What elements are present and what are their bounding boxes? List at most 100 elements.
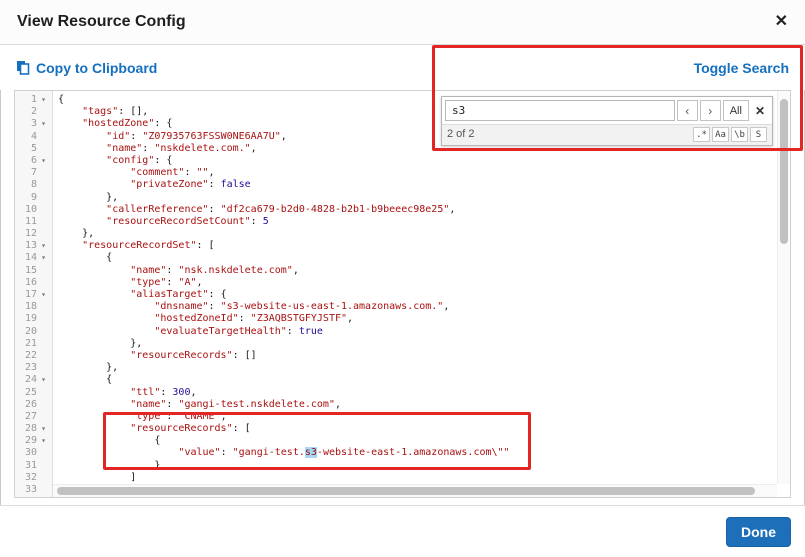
code-line[interactable]: } — [58, 460, 790, 472]
horizontal-scrollbar-thumb[interactable] — [57, 487, 755, 495]
code-token: { — [58, 94, 64, 105]
code-token: : [] — [233, 350, 257, 361]
line-number: 24 — [15, 374, 37, 386]
code-token — [58, 179, 130, 190]
fold-arrow-icon[interactable]: ▾ — [37, 289, 50, 301]
code-line[interactable]: "name": "gangi-test.nskdelete.com", — [58, 399, 790, 411]
code-line[interactable]: "hostedZoneId": "Z3AQBSTGFYJSTF", — [58, 313, 790, 325]
horizontal-scrollbar[interactable] — [53, 484, 777, 497]
fold-arrow-icon[interactable]: ▾ — [37, 252, 50, 264]
code-line[interactable]: }, — [58, 192, 790, 204]
code-token: , — [347, 313, 353, 324]
code-line[interactable]: "resourceRecords": [ — [58, 423, 790, 435]
gutter-row: 13▾ — [15, 240, 52, 252]
code-line[interactable]: { — [58, 374, 790, 386]
vertical-scrollbar-thumb[interactable] — [780, 99, 788, 244]
code-token: "type" — [130, 277, 166, 288]
line-number: 1 — [15, 94, 37, 106]
code-line[interactable]: "name": "nsk.nskdelete.com", — [58, 265, 790, 277]
fold-arrow-icon[interactable]: ▾ — [37, 240, 50, 252]
code-token — [58, 399, 130, 410]
line-number: 28 — [15, 423, 37, 435]
code-token: "resourceRecords" — [130, 423, 232, 434]
gutter-row: 23 — [15, 362, 52, 374]
code-line[interactable]: { — [58, 252, 790, 264]
code-token: : — [166, 277, 178, 288]
code-line[interactable]: "comment": "", — [58, 167, 790, 179]
code-line[interactable]: { — [58, 435, 790, 447]
close-icon[interactable]: ✕ — [775, 14, 788, 30]
code-line[interactable]: "type": "CNAME", — [58, 411, 790, 423]
code-line[interactable]: }, — [58, 228, 790, 240]
code-token: "type" — [130, 411, 166, 422]
fold-arrow-icon[interactable]: ▾ — [37, 374, 50, 386]
code-line[interactable]: "aliasTarget": { — [58, 289, 790, 301]
gutter-row: 1▾ — [15, 94, 52, 106]
gutter-row: 27 — [15, 411, 52, 423]
code-line[interactable]: "type": "A", — [58, 277, 790, 289]
code-token: "Z3AQBSTGFYJSTF" — [251, 313, 347, 324]
gutter-row: 32 — [15, 472, 52, 484]
code-token: , — [221, 411, 227, 422]
gutter-row: 30 — [15, 447, 52, 459]
code-token — [58, 301, 154, 312]
fold-arrow-icon[interactable]: ▾ — [37, 435, 50, 447]
code-token: "Z07935763FSSW0NE6AA7U" — [142, 131, 280, 142]
gutter-row: 5 — [15, 143, 52, 155]
line-number: 3 — [15, 118, 37, 130]
code-token: : — [251, 216, 263, 227]
code-line[interactable]: "resourceRecordSet": [ — [58, 240, 790, 252]
line-number: 12 — [15, 228, 37, 240]
code-token — [58, 447, 178, 458]
gutter-row: 25 — [15, 387, 52, 399]
code-line[interactable]: "resourceRecordSetCount": 5 — [58, 216, 790, 228]
code-line[interactable]: "resourceRecords": [] — [58, 350, 790, 362]
code-token: "evaluateTargetHealth" — [154, 326, 286, 337]
search-option-selection[interactable]: S — [750, 127, 767, 142]
search-option-regex[interactable]: .* — [693, 127, 710, 142]
line-number: 33 — [15, 484, 37, 496]
fold-arrow-icon[interactable]: ▾ — [37, 94, 50, 106]
line-number: 32 — [15, 472, 37, 484]
search-next-button[interactable]: › — [700, 100, 721, 121]
vertical-scrollbar[interactable] — [777, 91, 790, 484]
copy-to-clipboard-button[interactable]: Copy to Clipboard — [16, 60, 157, 76]
code-token: : — [239, 313, 251, 324]
fold-arrow-icon[interactable]: ▾ — [37, 423, 50, 435]
code-line[interactable]: ] — [58, 472, 790, 484]
code-token: "config" — [106, 155, 154, 166]
code-token: : — [209, 179, 221, 190]
code-line[interactable]: "ttl": 300, — [58, 387, 790, 399]
code-token: : — [221, 447, 233, 458]
line-number: 6 — [15, 155, 37, 167]
done-button[interactable]: Done — [726, 517, 791, 547]
search-prev-button[interactable]: ‹ — [677, 100, 698, 121]
line-number: 14 — [15, 252, 37, 264]
search-close-icon[interactable]: ✕ — [751, 104, 769, 118]
code-line[interactable]: "callerReference": "df2ca679-b2d0-4828-b… — [58, 204, 790, 216]
code-token — [58, 423, 130, 434]
line-number: 18 — [15, 301, 37, 313]
search-option-word[interactable]: \b — [731, 127, 748, 142]
fold-arrow-icon[interactable]: ▾ — [37, 155, 50, 167]
code-line[interactable]: "value": "gangi-test.s3-website-east-1.a… — [58, 447, 790, 459]
line-number: 31 — [15, 460, 37, 472]
line-number: 29 — [15, 435, 37, 447]
fold-arrow-icon[interactable]: ▾ — [37, 118, 50, 130]
code-line[interactable]: }, — [58, 362, 790, 374]
gutter-row: 21 — [15, 338, 52, 350]
code-token: "resourceRecords" — [130, 350, 232, 361]
code-line[interactable]: }, — [58, 338, 790, 350]
gutter: 1▾23▾456▾78910111213▾14▾151617▾181920212… — [15, 91, 53, 497]
search-input[interactable] — [445, 100, 675, 121]
code-token: "name" — [130, 265, 166, 276]
search-all-button[interactable]: All — [723, 100, 749, 121]
code-line[interactable]: "privateZone": false — [58, 179, 790, 191]
code-line[interactable]: "evaluateTargetHealth": true — [58, 326, 790, 338]
code-token: "callerReference" — [106, 204, 208, 215]
code-line[interactable]: "dnsname": "s3-website-us-east-1.amazona… — [58, 301, 790, 313]
gutter-row: 24▾ — [15, 374, 52, 386]
code-line[interactable]: "config": { — [58, 155, 790, 167]
toggle-search-button[interactable]: Toggle Search — [694, 60, 789, 76]
search-option-case[interactable]: Aa — [712, 127, 729, 142]
